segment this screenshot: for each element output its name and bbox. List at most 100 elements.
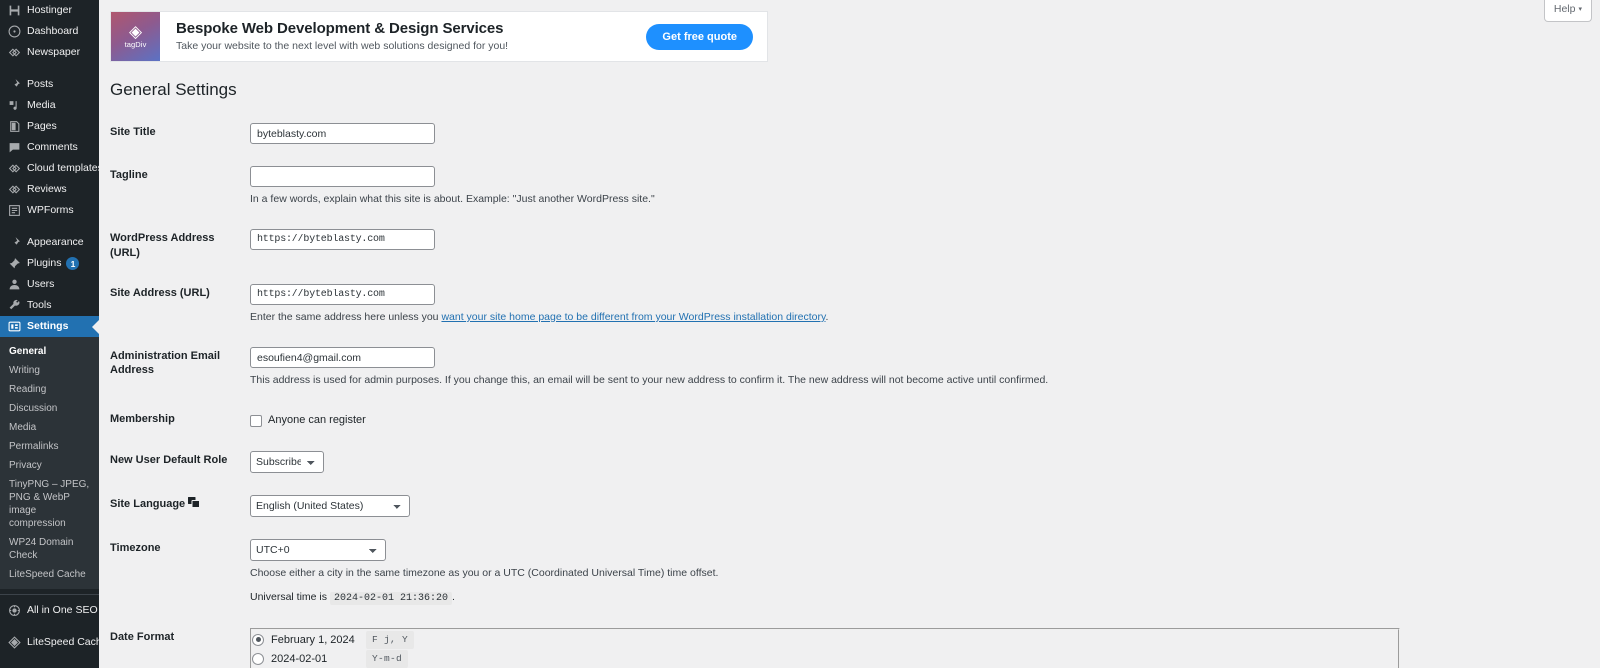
sidebar-item-dashboard[interactable]: Dashboard bbox=[0, 21, 99, 42]
dashboard-icon bbox=[7, 24, 22, 39]
sidebar-item-all-in-one-seo[interactable]: All in One SEO bbox=[0, 600, 99, 621]
sidebar-item-plugins[interactable]: Plugins 1 bbox=[0, 253, 99, 274]
sidebar-item-label: Reviews bbox=[27, 183, 67, 196]
translation-icon bbox=[188, 496, 201, 508]
site-address-input[interactable] bbox=[250, 283, 435, 305]
submenu-item-reading[interactable]: Reading bbox=[0, 380, 99, 399]
date-format-option[interactable]: February 1, 2024 F j, Y bbox=[252, 630, 1398, 650]
label-new-user-role: New User Default Role bbox=[110, 453, 228, 466]
submenu-item-permalinks[interactable]: Permalinks bbox=[0, 437, 99, 456]
sidebar-item-label: Comments bbox=[27, 141, 78, 154]
submenu-item-wp24-domain-check[interactable]: WP24 Domain Check bbox=[0, 533, 99, 565]
get-free-quote-button[interactable]: Get free quote bbox=[646, 23, 753, 50]
sidebar-item-comments[interactable]: Comments bbox=[0, 137, 99, 158]
tagdiv-promo-banner: ◈ tagDiv Bespoke Web Development & Desig… bbox=[110, 11, 768, 62]
sidebar-item-label: LiteSpeed Cache bbox=[27, 636, 99, 649]
sidebar-item-media[interactable]: Media bbox=[0, 95, 99, 116]
newspaper-icon bbox=[7, 45, 22, 60]
sidebar-item-settings[interactable]: Settings bbox=[0, 316, 99, 337]
submenu-item-tinypng[interactable]: TinyPNG – JPEG, PNG & WebP image compres… bbox=[0, 475, 99, 533]
label-tagline: Tagline bbox=[110, 169, 148, 182]
sidebar-separator bbox=[0, 221, 99, 232]
tagdiv-mark-icon: ◈ bbox=[128, 22, 143, 41]
submenu-item-media[interactable]: Media bbox=[0, 418, 99, 437]
sidebar-item-users[interactable]: Users bbox=[0, 274, 99, 295]
page-icon bbox=[7, 119, 22, 134]
user-icon bbox=[7, 277, 22, 292]
date-format-option[interactable]: 2024-02-01 Y-m-d bbox=[252, 650, 1398, 668]
date-format-code-1: Y-m-d bbox=[366, 650, 409, 668]
sidebar-item-appearance[interactable]: Appearance bbox=[0, 232, 99, 253]
row-wordpress-address: WordPress Address (URL) bbox=[110, 218, 1410, 273]
wrench-icon bbox=[7, 298, 22, 313]
universal-time-suffix: . bbox=[451, 591, 455, 604]
label-wordpress-address: WordPress Address (URL) bbox=[110, 232, 215, 259]
universal-time-prefix: Universal time is bbox=[250, 591, 328, 604]
help-tab-button[interactable]: Help ▾ bbox=[1543, 0, 1592, 22]
help-tab-label: Help bbox=[1553, 3, 1576, 15]
sidebar-item-hostinger[interactable]: Hostinger bbox=[0, 0, 99, 21]
sidebar-item-collapse-menu[interactable]: Collapse menu bbox=[0, 664, 99, 668]
sidebar-item-label: Hostinger bbox=[27, 4, 72, 17]
plugin-icon bbox=[7, 256, 22, 271]
sidebar-item-label: All in One SEO bbox=[27, 604, 98, 617]
sidebar-item-label: Users bbox=[27, 278, 55, 291]
sidebar-item-pages[interactable]: Pages bbox=[0, 116, 99, 137]
sidebar-item-wpforms[interactable]: WPForms bbox=[0, 200, 99, 221]
label-site-address: Site Address (URL) bbox=[110, 286, 210, 299]
submenu-item-discussion[interactable]: Discussion bbox=[0, 399, 99, 418]
date-format-label-1: 2024-02-01 bbox=[271, 653, 328, 666]
tagline-description: In a few words, explain what this site i… bbox=[250, 193, 655, 206]
label-date-format: Date Format bbox=[110, 631, 175, 644]
general-settings-form: Site Title Tagline In a few words, expla… bbox=[110, 112, 1410, 668]
sidebar-item-newspaper[interactable]: Newspaper bbox=[0, 42, 99, 63]
sidebar-item-reviews[interactable]: Reviews bbox=[0, 179, 99, 200]
aioseo-icon bbox=[7, 603, 22, 618]
settings-icon bbox=[7, 319, 22, 334]
row-site-address: Site Address (URL) Enter the same addres… bbox=[110, 273, 1410, 336]
main-content: Help ▾ ◈ tagDiv Bespoke Web Development &… bbox=[99, 0, 1600, 668]
sidebar-item-litespeed-cache[interactable]: LiteSpeed Cache bbox=[0, 632, 99, 653]
submenu-item-writing[interactable]: Writing bbox=[0, 361, 99, 380]
universal-time-value: 2024-02-01 21:36:20 bbox=[329, 592, 452, 606]
tagline-input[interactable] bbox=[250, 166, 435, 188]
sidebar-separator bbox=[0, 63, 99, 74]
sidebar-separator bbox=[0, 653, 99, 664]
site-language-label-text: Site Language bbox=[110, 497, 186, 510]
sidebar-item-tools[interactable]: Tools bbox=[0, 295, 99, 316]
site-title-input[interactable] bbox=[250, 123, 435, 145]
wordpress-address-input[interactable] bbox=[250, 229, 435, 251]
submenu-item-litespeed-cache[interactable]: LiteSpeed Cache bbox=[0, 565, 99, 584]
sidebar-item-label: Posts bbox=[27, 78, 54, 91]
new-user-role-select[interactable]: Subscriber bbox=[250, 450, 324, 473]
settings-submenu: General Writing Reading Discussion Media… bbox=[0, 337, 99, 589]
timezone-select[interactable]: UTC+0 bbox=[250, 538, 386, 561]
date-format-radio-0[interactable] bbox=[252, 633, 264, 646]
banner-title: Bespoke Web Development & Design Service… bbox=[176, 20, 504, 37]
sidebar-item-label: Pages bbox=[27, 120, 57, 133]
sidebar-item-posts[interactable]: Posts bbox=[0, 74, 99, 95]
sidebar-item-label: Plugins bbox=[27, 257, 62, 270]
row-new-user-role: New User Default Role Subscriber bbox=[110, 440, 1410, 484]
row-admin-email: Administration Email Address This addres… bbox=[110, 336, 1410, 399]
sidebar-item-cloud-templates[interactable]: Cloud templates bbox=[0, 158, 99, 179]
chevron-down-icon: ▾ bbox=[1578, 6, 1582, 13]
pin-icon bbox=[7, 77, 22, 92]
cloud-templates-icon bbox=[7, 161, 22, 176]
submenu-item-general[interactable]: General bbox=[0, 342, 99, 361]
row-site-title: Site Title bbox=[110, 112, 1410, 155]
anyone-can-register-checkbox[interactable] bbox=[250, 414, 262, 427]
banner-subtitle: Take your website to the next level with… bbox=[176, 40, 509, 52]
membership-checkbox-row[interactable]: Anyone can register bbox=[250, 410, 1400, 429]
admin-email-input[interactable] bbox=[250, 347, 435, 369]
sidebar-item-label: Cloud templates bbox=[27, 162, 99, 175]
site-language-select[interactable]: English (United States) bbox=[250, 494, 410, 517]
settings-wrap: General Settings Site Title Tagline In a… bbox=[110, 70, 1600, 668]
sidebar-item-label: Media bbox=[27, 99, 56, 112]
site-home-page-link[interactable]: want your site home page to be different… bbox=[441, 311, 825, 323]
submenu-item-privacy[interactable]: Privacy bbox=[0, 456, 99, 475]
date-format-radio-1[interactable] bbox=[252, 653, 264, 666]
label-admin-email: Administration Email Address bbox=[110, 350, 221, 377]
sidebar-item-label: WPForms bbox=[27, 204, 74, 217]
sidebar-current-arrow bbox=[92, 318, 99, 335]
